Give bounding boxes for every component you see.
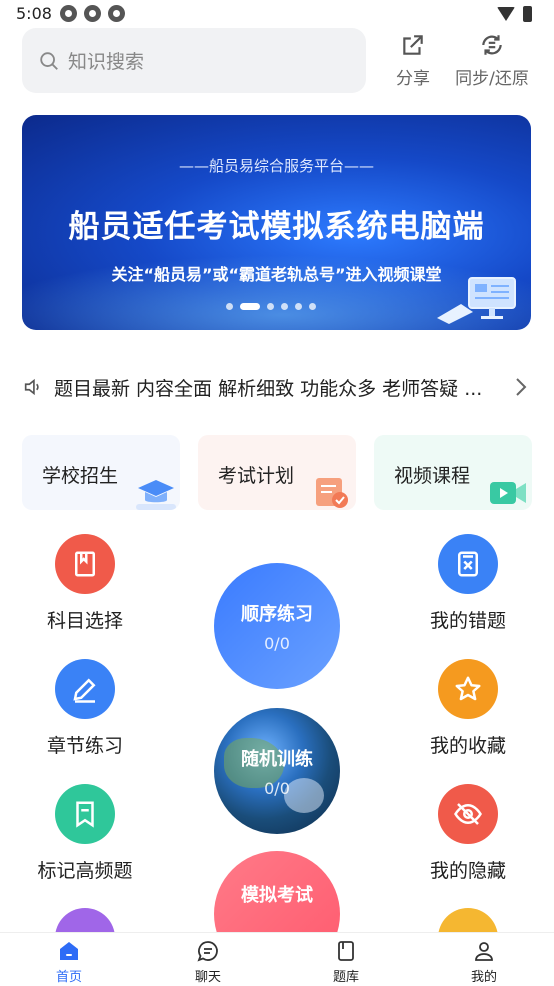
wifi-icon xyxy=(497,7,515,21)
menu-my-hidden[interactable]: 我的隐藏 xyxy=(408,784,528,883)
share-button[interactable]: 分享 xyxy=(373,32,453,89)
pagination-dot[interactable] xyxy=(281,303,288,310)
home-icon xyxy=(60,942,78,960)
pagination-dot[interactable] xyxy=(309,303,316,310)
star-icon xyxy=(455,676,481,701)
book-icon xyxy=(75,551,95,577)
pencil-icon xyxy=(73,678,96,703)
promo-banner[interactable]: ——船员易综合服务平台—— 船员适任考试模拟系统电脑端 关注“船员易”或“霸道老… xyxy=(22,115,531,330)
sync-label: 同步/还原 xyxy=(455,69,529,89)
practice-title: 随机训练 xyxy=(241,748,313,770)
battery-icon xyxy=(523,6,532,22)
practice-title: 模拟考试 xyxy=(241,885,313,906)
laptop-illustration-icon xyxy=(437,277,516,324)
menu-icon-circle xyxy=(55,534,115,594)
system-icons xyxy=(497,6,532,22)
bottom-navigation: 首页 聊天 题库 我的 xyxy=(0,932,554,986)
pagination-dot[interactable] xyxy=(226,303,233,310)
notification-app-icon xyxy=(60,5,77,22)
menu-my-favorites[interactable]: 我的收藏 xyxy=(408,659,528,758)
banner-subtitle: ——船员易综合服务平台—— xyxy=(178,157,374,175)
card-label: 视频课程 xyxy=(394,465,471,487)
menu-label: 我的收藏 xyxy=(429,735,506,757)
menu-chapter-practice[interactable]: 章节练习 xyxy=(25,659,145,758)
nav-question-bank[interactable]: 题库 xyxy=(306,939,386,985)
speaker-icon xyxy=(24,378,39,396)
nav-home[interactable]: 首页 xyxy=(29,939,109,985)
notification-app-icon xyxy=(108,5,125,22)
status-time: 5:08 xyxy=(16,4,52,23)
nav-label: 首页 xyxy=(55,970,82,985)
search-placeholder: 知识搜索 xyxy=(68,51,145,73)
practice-count: 0/0 xyxy=(264,778,290,798)
menu-icon-circle xyxy=(438,784,498,844)
menu-icon-circle xyxy=(438,659,498,719)
random-training-button[interactable]: 随机训练 0/0 xyxy=(214,708,340,834)
card-video-course[interactable]: 视频课程 xyxy=(374,435,532,510)
graduation-cap-icon xyxy=(136,480,176,510)
menu-label: 章节练习 xyxy=(46,735,123,757)
search-icon xyxy=(40,51,58,70)
sync-restore-button[interactable]: 同步/还原 xyxy=(452,32,532,89)
chevron-right-icon xyxy=(516,378,527,396)
video-camera-icon xyxy=(490,482,526,504)
banner-title: 船员适任考试模拟系统电脑端 xyxy=(68,209,485,245)
notice-bar[interactable]: 题目最新 内容全面 解析细致 功能众多 老师答疑 ... xyxy=(22,372,534,402)
card-exam-plan[interactable]: 考试计划 xyxy=(198,435,356,510)
bookmark-icon xyxy=(76,801,94,828)
menu-subject-select[interactable]: 科目选择 xyxy=(25,534,145,633)
pagination-dot-active[interactable] xyxy=(240,303,260,310)
menu-label: 我的隐藏 xyxy=(429,860,506,882)
notification-app-icon xyxy=(84,5,101,22)
menu-my-wrong-answers[interactable]: 我的错题 xyxy=(408,534,528,633)
menu-icon-circle xyxy=(55,659,115,719)
practice-title: 顺序练习 xyxy=(241,603,313,625)
practice-count: 0/0 xyxy=(264,633,290,653)
card-school-enrollment[interactable]: 学校招生 xyxy=(22,435,180,510)
pagination-dot[interactable] xyxy=(267,303,274,310)
home-screen: 5:08 知识搜索 分享 同步/还原 ——船员易综合服务平台—— 船员适任考试模… xyxy=(0,0,554,986)
nav-chat[interactable]: 聊天 xyxy=(168,939,248,985)
notification-icons xyxy=(60,5,125,22)
nav-label: 聊天 xyxy=(194,970,221,985)
user-icon xyxy=(475,942,493,961)
card-label: 学校招生 xyxy=(42,465,119,487)
nav-profile[interactable]: 我的 xyxy=(444,939,524,985)
menu-label: 我的错题 xyxy=(429,610,506,632)
nav-label: 我的 xyxy=(470,970,497,985)
chat-icon xyxy=(197,941,218,962)
calendar-check-icon xyxy=(316,478,348,508)
menu-label: 科目选择 xyxy=(46,610,123,632)
menu-icon-circle xyxy=(438,534,498,594)
sync-icon xyxy=(482,35,502,55)
eye-off-icon xyxy=(454,803,482,825)
menu-marked-frequent[interactable]: 标记高频题 xyxy=(25,784,145,883)
pagination-dot[interactable] xyxy=(295,303,302,310)
card-label: 考试计划 xyxy=(218,465,295,487)
menu-label: 标记高频题 xyxy=(37,860,133,882)
share-label: 分享 xyxy=(396,69,430,89)
notice-text: 题目最新 内容全面 解析细致 功能众多 老师答疑 ... xyxy=(54,377,483,400)
banner-pagination[interactable] xyxy=(226,303,316,310)
wrong-answer-icon xyxy=(458,551,478,577)
sequential-practice-button[interactable]: 顺序练习 0/0 xyxy=(214,563,340,689)
search-bar[interactable]: 知识搜索 xyxy=(22,28,366,93)
nav-label: 题库 xyxy=(332,970,359,985)
status-bar: 5:08 xyxy=(0,0,554,30)
menu-icon-circle xyxy=(55,784,115,844)
share-icon xyxy=(403,35,423,55)
question-bank-icon xyxy=(338,941,354,961)
